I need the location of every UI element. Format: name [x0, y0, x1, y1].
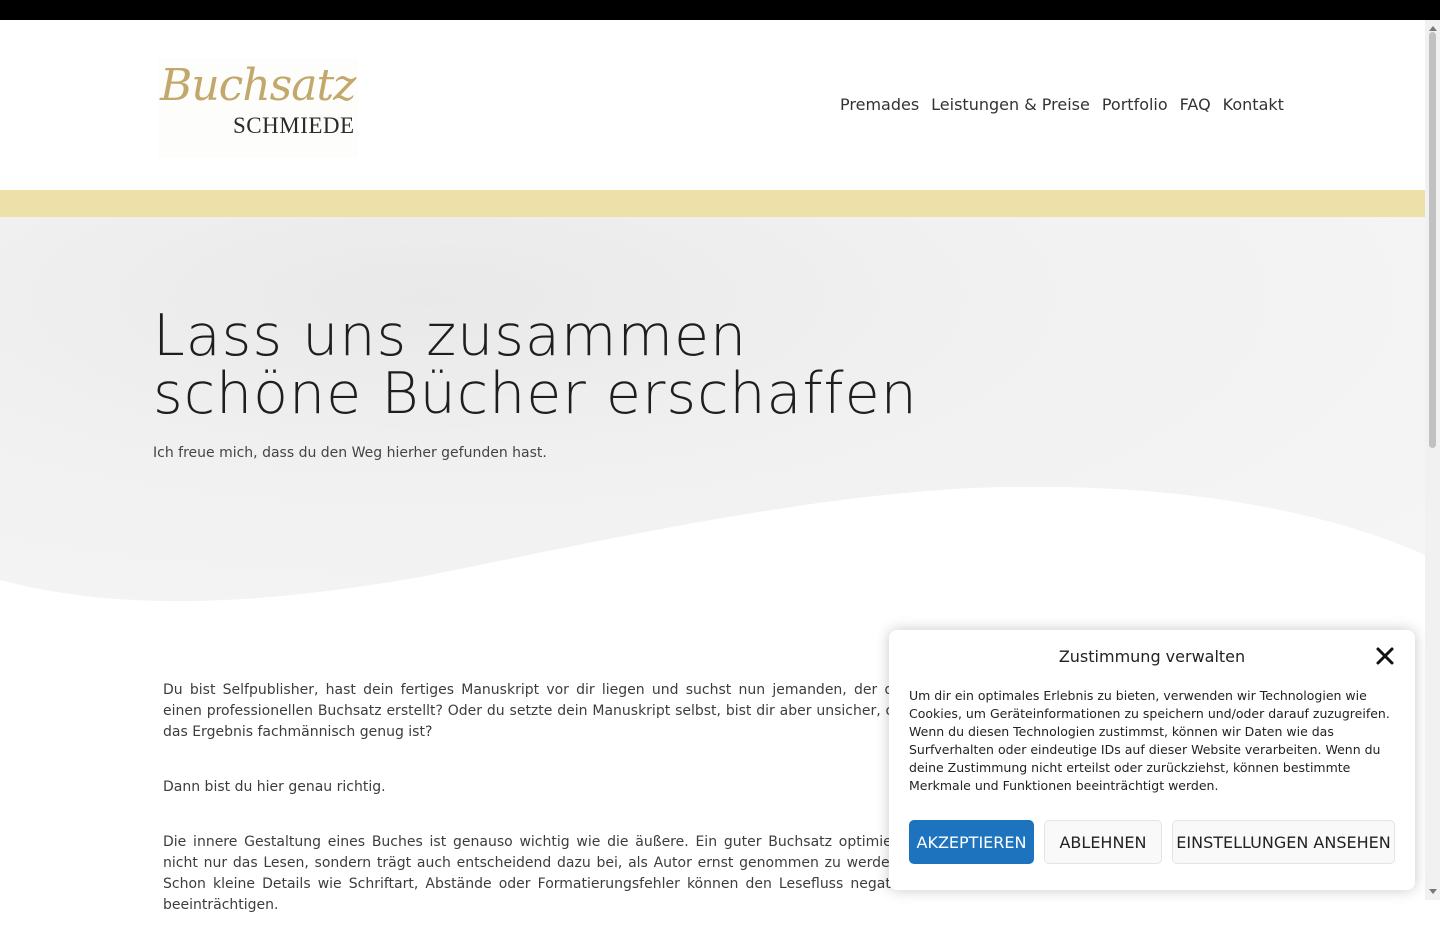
- hero-title: Lass uns zusammen schöne Bücher erschaff…: [153, 307, 918, 423]
- hero-section: Lass uns zusammen schöne Bücher erschaff…: [0, 217, 1425, 627]
- site-header: Buchsatz SCHMIEDE Premades Leistungen & …: [0, 20, 1425, 190]
- hero-wave-shape: [0, 487, 1425, 627]
- nav-item-faq[interactable]: FAQ: [1180, 95, 1211, 114]
- nav-item-kontakt[interactable]: Kontakt: [1223, 95, 1284, 114]
- cookie-dialog-title: Zustimmung verwalten: [1058, 647, 1246, 666]
- nav-item-premades[interactable]: Premades: [840, 95, 919, 114]
- nav-item-portfolio[interactable]: Portfolio: [1102, 95, 1168, 114]
- gold-divider-band: [0, 190, 1425, 217]
- view-settings-button[interactable]: EINSTELLUNGEN ANSEHEN: [1172, 820, 1395, 864]
- nav-item-leistungen-preise[interactable]: Leistungen & Preise: [931, 95, 1090, 114]
- page-scrollbar[interactable]: [1425, 20, 1440, 900]
- logo-script-text: Buchsatz: [160, 60, 356, 111]
- scroll-up-arrow-icon[interactable]: [1429, 26, 1437, 31]
- cookie-dialog-text: Um dir ein optimales Erlebnis zu bieten,…: [909, 688, 1390, 793]
- intro-paragraph-1: Du bist Selfpublisher, hast dein fertige…: [163, 682, 903, 740]
- main-navigation: Premades Leistungen & Preise Portfolio F…: [840, 95, 1284, 114]
- browser-top-bar: [0, 0, 1440, 20]
- hero-subtitle: Ich freue mich, dass du den Weg hierher …: [153, 445, 547, 461]
- intro-content: Du bist Selfpublisher, hast dein fertige…: [163, 680, 903, 950]
- logo-caps-text: SCHMIEDE: [233, 113, 355, 138]
- deny-button[interactable]: ABLEHNEN: [1044, 820, 1162, 864]
- hero-title-line-2: schöne Bücher erschaffen: [153, 361, 918, 427]
- close-icon[interactable]: [1375, 646, 1395, 666]
- hero-title-line-1: Lass uns zusammen: [153, 303, 748, 369]
- accept-button[interactable]: AKZEPTIEREN: [909, 820, 1034, 864]
- site-logo[interactable]: Buchsatz SCHMIEDE: [158, 58, 358, 158]
- scrollbar-thumb[interactable]: [1429, 32, 1436, 448]
- intro-paragraph-3: Die innere Gestaltung eines Buches ist g…: [163, 834, 903, 913]
- cookie-consent-dialog: Zustimmung verwalten Um dir ein optimale…: [889, 630, 1415, 890]
- intro-paragraph-2: Dann bist du hier genau richtig.: [163, 779, 386, 795]
- scroll-down-arrow-icon[interactable]: [1429, 889, 1437, 894]
